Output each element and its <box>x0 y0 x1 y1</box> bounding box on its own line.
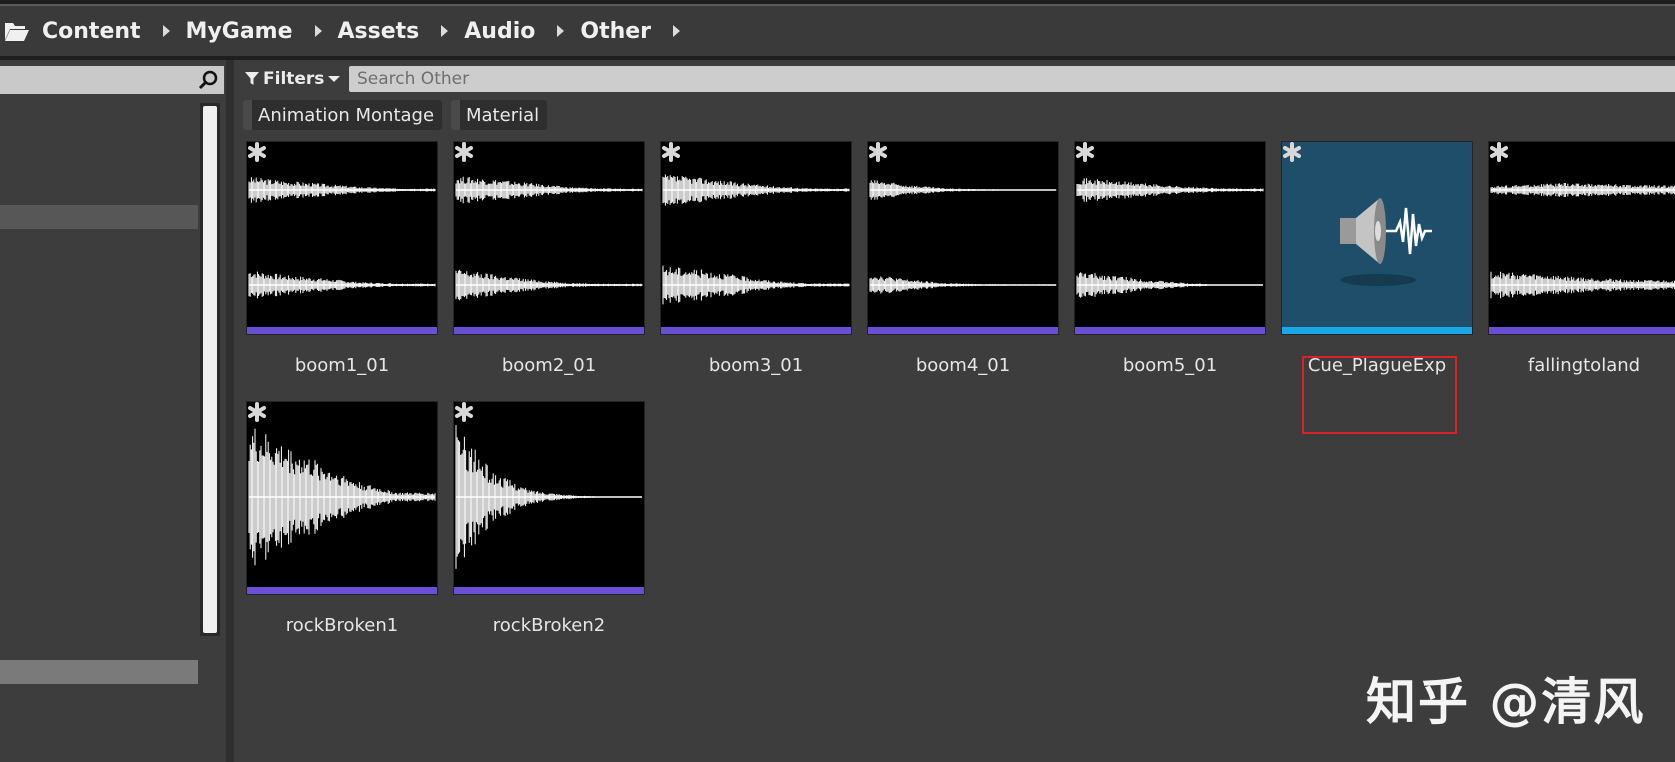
filter-chip-material[interactable]: Material <box>451 100 548 130</box>
unsaved-asterisk-icon <box>662 142 680 162</box>
filters-button[interactable]: Filters <box>245 66 341 92</box>
sound-wave-thumbnail[interactable] <box>453 141 645 335</box>
filter-chip-animation-montage[interactable]: Animation Montage <box>243 100 443 130</box>
asset-tile[interactable]: boom3_01 <box>660 141 852 376</box>
breadcrumb-assets[interactable]: Assets <box>338 19 420 44</box>
asset-name-label: rockBroken1 <box>285 615 399 636</box>
asset-name-label: boom3_01 <box>708 355 804 376</box>
asset-name-label: boom5_01 <box>1122 355 1218 376</box>
waveform-graphic <box>248 177 436 299</box>
asset-tile[interactable]: rockBroken2 <box>453 401 645 636</box>
waveform-graphic <box>662 174 850 305</box>
filter-icon <box>245 72 259 85</box>
asset-tile[interactable]: boom5_01 <box>1074 141 1266 376</box>
sound-cue-thumbnail[interactable] <box>1281 141 1473 335</box>
waveform-graphic <box>248 428 436 566</box>
unsaved-asterisk-icon <box>455 142 473 162</box>
asset-tile[interactable]: boom1_01 <box>246 141 438 376</box>
asset-name-label: boom2_01 <box>501 355 597 376</box>
asset-name-label: boom1_01 <box>294 355 390 376</box>
asset-type-color-bar <box>247 327 437 334</box>
folder-tree-row[interactable] <box>0 660 198 684</box>
breadcrumb-content[interactable]: Content <box>42 19 141 44</box>
filter-chip-label: Material <box>466 104 540 126</box>
breadcrumb-audio[interactable]: Audio <box>464 19 535 44</box>
sound-wave-thumbnail[interactable] <box>1074 141 1266 335</box>
sound-wave-thumbnail[interactable] <box>1488 141 1675 335</box>
folder-tree-panel <box>0 60 226 762</box>
sound-wave-thumbnail[interactable] <box>453 401 645 595</box>
sound-wave-thumbnail[interactable] <box>867 141 1059 335</box>
speaker-icon <box>1340 198 1432 286</box>
waveform-graphic <box>1490 183 1675 299</box>
asset-type-color-bar <box>1075 327 1265 334</box>
folder-search-input[interactable] <box>0 66 224 94</box>
sound-wave-thumbnail[interactable] <box>660 141 852 335</box>
filter-chip-label: Animation Montage <box>258 104 435 126</box>
waveform-graphic <box>455 425 642 569</box>
unsaved-asterisk-icon <box>1283 142 1301 162</box>
sound-wave-thumbnail[interactable] <box>246 401 438 595</box>
filters-label: Filters <box>263 69 325 89</box>
breadcrumb-arrow-icon[interactable] <box>162 25 170 37</box>
asset-tile[interactable]: fallingtoland <box>1488 141 1675 376</box>
asset-search-input[interactable] <box>349 66 1675 92</box>
breadcrumb-arrow-icon[interactable] <box>673 25 681 37</box>
asset-type-color-bar <box>868 327 1058 334</box>
asset-name-label: rockBroken2 <box>492 615 606 636</box>
filter-chip-toggle[interactable] <box>451 100 460 130</box>
panel-splitter[interactable] <box>226 60 234 762</box>
asset-type-color-bar <box>1282 327 1472 334</box>
waveform-graphic <box>1076 178 1264 298</box>
chevron-down-icon <box>328 76 341 82</box>
scrollbar-thumb[interactable] <box>203 106 217 633</box>
breadcrumb-mygame[interactable]: MyGame <box>186 19 293 44</box>
toolbar-divider <box>0 56 1675 60</box>
asset-tile[interactable]: Cue_PlagueExp <box>1281 141 1473 376</box>
watermark: 知乎 @清风 <box>1366 673 1646 731</box>
unsaved-asterisk-icon <box>869 142 887 162</box>
annotation-highlight-box <box>1302 356 1457 434</box>
unsaved-asterisk-icon <box>1490 142 1508 162</box>
breadcrumb-arrow-icon[interactable] <box>441 25 449 37</box>
waveform-graphic <box>869 180 1057 294</box>
folder-tree[interactable] <box>0 104 200 734</box>
breadcrumb-arrow-icon[interactable] <box>557 25 565 37</box>
asset-type-color-bar <box>661 327 851 334</box>
folder-open-icon[interactable] <box>2 16 32 46</box>
breadcrumb-arrow-icon[interactable] <box>314 25 322 37</box>
breadcrumb-other[interactable]: Other <box>580 19 651 44</box>
asset-name-label: boom4_01 <box>915 355 1011 376</box>
unsaved-asterisk-icon <box>455 402 473 422</box>
asset-name-label: fallingtoland <box>1527 355 1641 376</box>
unsaved-asterisk-icon <box>248 402 266 422</box>
asset-search-field[interactable] <box>349 66 1675 92</box>
unsaved-asterisk-icon <box>248 142 266 162</box>
filter-chip-toggle[interactable] <box>243 100 252 130</box>
breadcrumb: Content MyGame Assets Audio Other <box>0 6 1675 56</box>
asset-type-color-bar <box>1489 327 1675 334</box>
search-icon[interactable] <box>198 70 218 90</box>
asset-type-color-bar <box>454 587 644 594</box>
asset-type-color-bar <box>454 327 644 334</box>
asset-tile[interactable]: boom4_01 <box>867 141 1059 376</box>
sound-wave-thumbnail[interactable] <box>246 141 438 335</box>
asset-tile[interactable]: boom2_01 <box>453 141 645 376</box>
unsaved-asterisk-icon <box>1076 142 1094 162</box>
waveform-graphic <box>455 176 643 301</box>
asset-type-color-bar <box>247 587 437 594</box>
asset-tile[interactable]: rockBroken1 <box>246 401 438 636</box>
folder-tree-selected-row[interactable] <box>0 205 198 229</box>
